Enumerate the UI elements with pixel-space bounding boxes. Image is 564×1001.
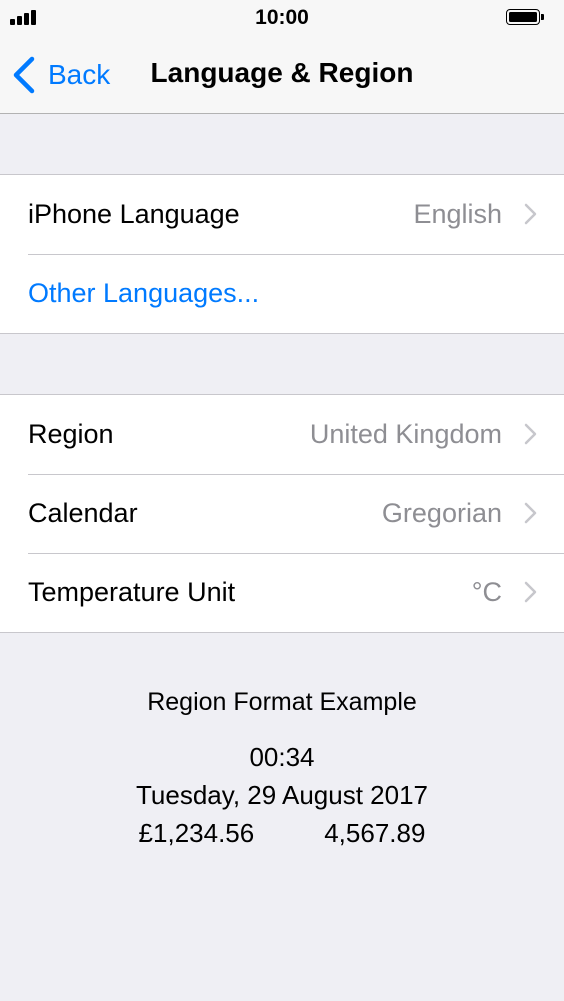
status-time: 10:00 <box>255 6 309 29</box>
navigation-bar: Back Language & Region <box>0 38 564 114</box>
calendar-label: Calendar <box>28 498 138 528</box>
iphone-language-label: iPhone Language <box>28 199 240 229</box>
format-example-date: Tuesday, 29 August 2017 <box>136 780 428 810</box>
format-example-currency: £1,234.56 <box>138 818 255 848</box>
format-example-heading: Region Format Example <box>147 688 417 716</box>
region-label: Region <box>28 419 114 449</box>
region-row[interactable]: Region United Kingdom <box>0 395 564 474</box>
battery-full-icon <box>506 9 544 27</box>
language-group: iPhone Language English Other Languages.… <box>0 174 564 334</box>
format-example-number: 4,567.89 <box>324 818 426 848</box>
status-bar: 10:00 <box>0 0 564 38</box>
temperature-unit-label: Temperature Unit <box>28 577 236 607</box>
page-title: Language & Region <box>150 57 414 88</box>
temperature-unit-value: °C <box>471 577 502 607</box>
calendar-value: Gregorian <box>381 498 502 528</box>
format-example-time: 00:34 <box>249 742 315 772</box>
region-group: Region United Kingdom Calendar Gregorian… <box>0 394 564 633</box>
format-example-numbers: £1,234.56 4,567.89 <box>0 814 564 852</box>
chevron-right-icon <box>524 581 537 603</box>
chevron-right-icon <box>524 423 537 445</box>
region-format-example: Region Format Example 00:34 Tuesday, 29 … <box>0 684 564 852</box>
temperature-unit-row[interactable]: Temperature Unit °C <box>0 553 564 632</box>
other-languages-link[interactable]: Other Languages... <box>28 254 259 333</box>
calendar-row[interactable]: Calendar Gregorian <box>0 474 564 553</box>
chevron-right-icon <box>524 203 537 225</box>
iphone-language-row[interactable]: iPhone Language English <box>0 175 564 254</box>
chevron-right-icon <box>524 502 537 524</box>
region-value: United Kingdom <box>309 419 502 449</box>
iphone-language-value: English <box>413 199 502 229</box>
other-languages-row[interactable]: Other Languages... <box>0 254 564 333</box>
